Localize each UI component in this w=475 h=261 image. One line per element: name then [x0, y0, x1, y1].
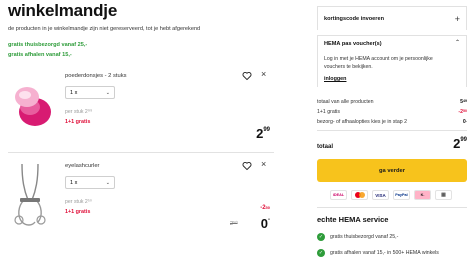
- eyelash-curler-image[interactable]: [8, 160, 58, 230]
- total-row: 1+1 gratis -250: [317, 109, 467, 115]
- service-title: echte HEMA service: [317, 215, 389, 224]
- gift-card-icon: ▦: [435, 190, 452, 200]
- close-icon[interactable]: ×: [261, 69, 266, 79]
- price-cents: 99: [263, 127, 270, 133]
- page-title: winkelmandje: [8, 1, 118, 20]
- continue-button[interactable]: ga verder: [317, 159, 467, 182]
- klarna-icon: K.: [414, 190, 431, 200]
- discount-cents: 50: [265, 205, 270, 210]
- service-block: echte HEMA service ✓ gratis thuisbezorgd…: [317, 207, 467, 261]
- quantity-value: 1 x: [70, 89, 78, 96]
- grand-total: totaal 299: [317, 136, 467, 151]
- cart-item: eyelashcurler 1 x ⌄ per stuk 2⁵⁰ 1+1 gra…: [8, 156, 274, 238]
- value-cents: 50: [463, 109, 467, 113]
- total-row-value: -250: [458, 109, 467, 115]
- quantity-select[interactable]: 1 x ⌄: [65, 176, 115, 189]
- promo-delivery: gratis thuisbezorgd vanaf 25,-: [8, 42, 88, 48]
- plus-icon: +: [454, 13, 460, 24]
- mastercard-icon: [351, 190, 368, 200]
- ideal-icon: iDEAL: [330, 190, 347, 200]
- voucher-text: Log in met je HEMA account om je persoon…: [324, 56, 433, 70]
- chevron-up-icon[interactable]: ⌃: [455, 39, 460, 46]
- login-link[interactable]: inloggen: [324, 76, 346, 82]
- price-main: 0: [260, 216, 268, 231]
- heart-icon[interactable]: [242, 161, 252, 171]
- check-icon: ✓: [317, 249, 325, 257]
- total-row-value: 0-: [463, 119, 467, 125]
- promo-pickup: gratis afhalen vanaf 15,-: [8, 52, 72, 58]
- total-row: bezorg- of afhaalopties kies je in stap …: [317, 119, 467, 125]
- divider: [317, 130, 467, 131]
- paypal-icon: PayPal: [393, 190, 410, 200]
- product-name[interactable]: poederdonsjes - 2 stuks: [65, 73, 127, 79]
- chevron-down-icon: ⌄: [105, 179, 110, 186]
- grand-total-amount: 299: [453, 136, 467, 151]
- chevron-down-icon: ⌄: [105, 89, 110, 96]
- unit-price: per stuk 2⁹⁹: [65, 109, 93, 115]
- divider: [8, 152, 274, 153]
- deal-label: 1+1 gratis: [65, 209, 91, 215]
- visa-icon: VISA: [372, 190, 389, 200]
- total-row: totaal van alle producten 549: [317, 99, 467, 105]
- discount-amount: -250: [260, 205, 270, 211]
- total-row-value: 549: [460, 99, 467, 105]
- value-cents: 49: [463, 99, 467, 103]
- product-price: 299: [256, 126, 270, 141]
- close-icon[interactable]: ×: [261, 159, 266, 169]
- amount-cents: 99: [460, 137, 467, 143]
- cart-item: poederdonsjes - 2 stuks 1 x ⌄ per stuk 2…: [8, 66, 274, 148]
- powder-puff-icon: [15, 87, 51, 126]
- total-row-label: 1+1 gratis: [317, 109, 340, 115]
- voucher-title[interactable]: HEMA pas voucher(s): [324, 41, 460, 47]
- product-price: 0-: [261, 216, 270, 231]
- quantity-select[interactable]: 1 x ⌄: [65, 86, 115, 99]
- product-name[interactable]: eyelashcurler: [65, 163, 99, 169]
- grand-total-label: totaal: [317, 144, 334, 150]
- total-row-label: totaal van alle producten: [317, 99, 374, 105]
- payment-methods: iDEAL VISA PayPal K. ▦: [330, 190, 452, 200]
- price-cents: -: [268, 217, 270, 223]
- voucher-panel: HEMA pas voucher(s) ⌃ Log in met je HEMA…: [317, 35, 467, 87]
- service-item-label: gratis afhalen vanaf 15,- in 500+ HEMA w…: [330, 250, 439, 256]
- coupon-label: kortingscode invoeren: [324, 15, 384, 22]
- order-summary: kortingscode invoeren + HEMA pas voucher…: [312, 0, 475, 261]
- total-row-label: bezorg- of afhaalopties kies je in stap …: [317, 119, 407, 125]
- eyelash-curler-icon: [14, 163, 46, 226]
- value-cents: -: [465, 119, 467, 123]
- coupon-toggle[interactable]: kortingscode invoeren +: [317, 6, 467, 30]
- service-item-label: gratis thuisbezorgd vanaf 25,-: [330, 234, 399, 240]
- cart-notice: de producten in je winkelmandje zijn nie…: [8, 26, 201, 32]
- deal-label: 1+1 gratis: [65, 119, 91, 125]
- service-item: ✓ gratis thuisbezorgd vanaf 25,-: [317, 233, 398, 241]
- old-price: 2⁵⁰: [230, 221, 238, 227]
- check-icon: ✓: [317, 233, 325, 241]
- quantity-value: 1 x: [70, 179, 78, 186]
- mastercard-circle: [358, 192, 365, 198]
- unit-price: per stuk 2⁵⁰: [65, 199, 93, 205]
- cart-main: winkelmandje de producten in je winkelma…: [0, 0, 292, 261]
- service-item: ✓ gratis afhalen vanaf 15,- in 500+ HEMA…: [317, 249, 439, 257]
- heart-icon[interactable]: [242, 71, 252, 81]
- powder-puff-image[interactable]: [8, 70, 58, 140]
